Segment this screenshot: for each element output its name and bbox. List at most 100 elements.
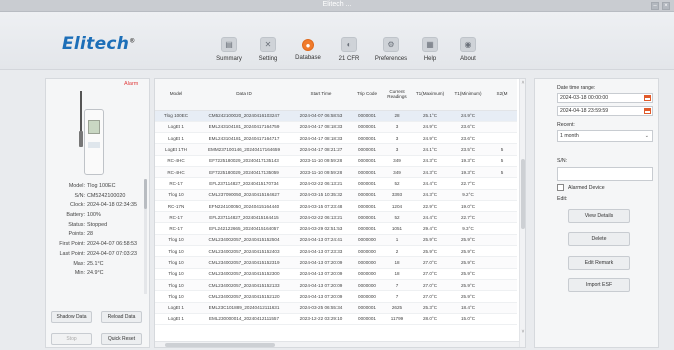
table-cell: RC-17 <box>155 177 197 190</box>
table-vertical-scrollbar[interactable]: ˄ ˅ <box>519 79 525 347</box>
chevron-down-icon: ⌄ <box>644 133 649 139</box>
view-details-button[interactable]: View Details <box>568 209 630 223</box>
table-row[interactable]: Tlog 10 CML234002057_20240415152403 2024-0… <box>155 245 517 258</box>
table-cell: 1 <box>383 234 411 247</box>
table-cell: LogEt 1 <box>155 132 197 145</box>
table-horizontal-scrollbar[interactable] <box>155 341 519 347</box>
table-row[interactable]: LogEt 1TH EMM237100146_20240417164659 2024… <box>155 143 517 156</box>
table-row[interactable]: Tlog 10 CML234002057_20240415152504 2024-0… <box>155 234 517 247</box>
table-cell: 25.3°C <box>411 302 449 314</box>
table-cell: 0000001 <box>351 143 383 156</box>
table-cell: 2024-04-13 07:20:09 <box>291 290 351 303</box>
stop-button[interactable]: Stop <box>51 333 92 345</box>
date-from-field[interactable]: 2024-03-18 00:00:00 <box>557 93 653 103</box>
table-row[interactable]: Tlog 10 CML234002057_20240415152120 2024-0… <box>155 290 517 303</box>
column-header[interactable]: Current Readings <box>383 79 411 111</box>
nav-preferences-label: Preferences <box>374 56 408 62</box>
model-value: Tlog 100EC <box>87 183 116 189</box>
nav-preferences[interactable]: ⚙ Preferences <box>369 37 413 62</box>
nav-database[interactable]: ● Database <box>286 37 330 61</box>
nav-21cfr[interactable]: ◐ 21 CFR <box>327 37 371 62</box>
sn-label: S/N: <box>557 158 568 164</box>
status-value: Stopped <box>87 221 108 228</box>
import-esf-button[interactable]: Import ESF <box>568 278 630 292</box>
model-key: Model: <box>68 183 85 189</box>
table-row[interactable]: LogEt 1 EML243104181_20240417164717 2024-0… <box>155 132 517 145</box>
nav-summary-label: Summary <box>216 56 242 62</box>
table-cell <box>487 279 517 292</box>
calendar-icon[interactable] <box>644 95 651 101</box>
table-row[interactable]: Tlog 10 CML234002057_20240415152319 2024-0… <box>155 256 517 269</box>
table-cell <box>487 256 517 269</box>
alarmed-device-checkbox[interactable] <box>557 184 564 191</box>
table-cell <box>487 200 517 213</box>
table-cell: 52 <box>383 211 411 224</box>
column-header[interactable]: T1(Maximum) <box>411 79 449 111</box>
table-cell: EMM237100146_20240417164659 <box>197 143 291 156</box>
table-row[interactable]: RC-17 EFL237114827_20240415170734 2024-02-… <box>155 177 517 190</box>
table-cell: 0000001 <box>351 132 383 145</box>
nav-about-label: About <box>460 56 476 62</box>
table-cell: EML243104181_20240417164717 <box>197 132 291 145</box>
summary-icon: ▤ <box>221 37 237 52</box>
table-row[interactable]: Tlog 10 CML234002057_20240415152133 2024-0… <box>155 279 517 292</box>
table-row[interactable]: RC-17N EFN224100050_20240415164440 2024-03… <box>155 200 517 213</box>
table-cell: CML234002057_20240415152300 <box>197 268 291 280</box>
table-row[interactable]: RC-17 EFL237114827_20240415164415 2024-02-… <box>155 211 517 224</box>
table-cell: EML23C101889_20240412111631 <box>197 302 291 314</box>
recent-select[interactable]: 1 month ⌄ <box>557 130 653 142</box>
column-header[interactable]: Trip Code <box>351 79 383 111</box>
table-cell: RC-17 <box>155 222 197 235</box>
table-cell: 23.6°C <box>449 121 487 134</box>
table-cell: 2024-04-13 07:24:41 <box>291 234 351 247</box>
nav-setting[interactable]: ✕ Setting <box>246 37 290 62</box>
column-header[interactable]: Data ID <box>197 79 291 111</box>
show-data-button[interactable]: Shadow Data <box>51 311 92 323</box>
table-cell: 3 <box>383 121 411 134</box>
close-icon[interactable]: × <box>662 2 670 10</box>
edit-remark-button[interactable]: Edit Remark <box>568 256 630 270</box>
table-row[interactable]: RC-4HC EF7225180029_20240417135143 2023-11… <box>155 155 517 167</box>
table-cell: RC-17N <box>155 200 197 213</box>
table-cell: Tlog 10 <box>155 189 197 201</box>
table-header-row: Model Data ID Start Time Trip Code Current R… <box>155 79 517 111</box>
table-cell: 0000000 <box>351 256 383 269</box>
table-cell <box>487 189 517 201</box>
table-cell <box>487 211 517 224</box>
column-header[interactable]: Start Time <box>291 79 351 111</box>
nav-summary[interactable]: ▤ Summary <box>207 37 251 62</box>
nav-setting-label: Setting <box>258 56 278 62</box>
nav-about[interactable]: ◉ About <box>446 37 490 62</box>
column-header[interactable]: S2(M <box>487 79 517 111</box>
device-info-scrollbar[interactable] <box>144 179 147 294</box>
table-row[interactable]: LogEt 1 EML230000014_20240412111557 2023-1… <box>155 313 517 326</box>
scroll-up-icon[interactable]: ˄ <box>520 80 525 86</box>
table-row[interactable]: Tlog 100EC CM5242100020_20240416103247 202… <box>155 110 517 122</box>
table-cell: 0000001 <box>351 110 383 122</box>
calendar-icon[interactable] <box>644 108 651 114</box>
table-cell: 19.3°C <box>449 166 487 179</box>
table-row[interactable]: Tlog 10 CML237090050_20240415164627 2024-0… <box>155 189 517 201</box>
minimize-icon[interactable]: – <box>651 2 659 10</box>
delete-button[interactable]: Delete <box>568 232 630 246</box>
table-row[interactable]: LogEt 1 EML243104181_20240417164759 2024-0… <box>155 121 517 134</box>
table-row[interactable]: LogEt 1 EML23C101889_20240412111631 2024-0… <box>155 302 517 314</box>
last-point-value: 2024-04-07 07:03:23 <box>87 250 138 257</box>
table-row[interactable]: Tlog 10 CML234002057_20240415152300 2024-0… <box>155 268 517 280</box>
filter-panel: Date time range: 2024-03-18 00:00:00 202… <box>534 78 659 348</box>
table-cell: 2024-04-17 08:18:33 <box>291 132 351 145</box>
sn-key: S/N: <box>74 192 85 199</box>
table-cell: 0000000 <box>351 279 383 292</box>
table-cell: Tlog 10 <box>155 234 197 247</box>
table-cell: EFL237114827_20240415170734 <box>197 177 291 190</box>
table-row[interactable]: RC-17 EFL242122665_20240415164057 2024-03-… <box>155 222 517 235</box>
table-row[interactable]: RC-4HC EF7225180029_20240417135059 2023-11… <box>155 166 517 179</box>
reload-data-button[interactable]: Reload Data <box>101 311 142 323</box>
column-header[interactable]: Model <box>155 79 197 111</box>
scroll-down-icon[interactable]: ˅ <box>520 329 525 335</box>
sn-input[interactable] <box>557 167 653 181</box>
date-to-field[interactable]: 2024-04-18 23:59:59 <box>557 106 653 116</box>
table-cell: 22.9°C <box>411 200 449 213</box>
quick-reset-button[interactable]: Quick Reset <box>101 333 142 345</box>
column-header[interactable]: T1(Minimum) <box>449 79 487 111</box>
